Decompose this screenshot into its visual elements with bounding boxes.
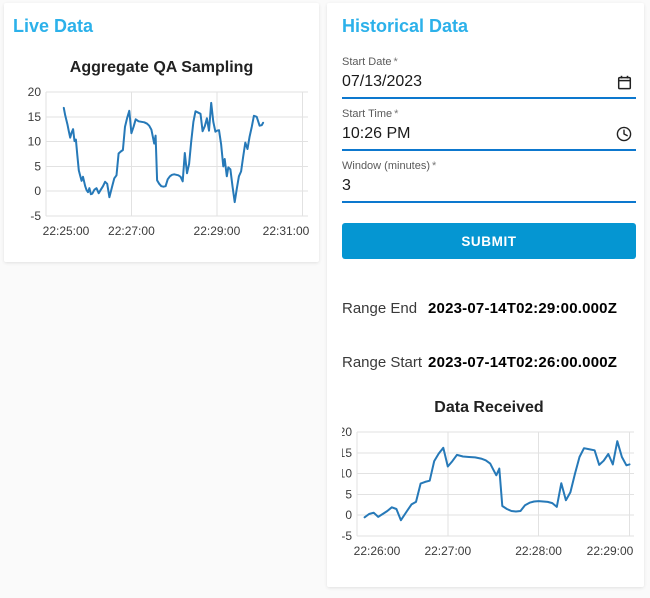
range-start-label: Range Start [342, 354, 423, 371]
live-data-card: Live Data Aggregate QA Sampling 20 15 10 5 0… [4, 3, 319, 262]
required-marker: * [394, 108, 399, 120]
svg-text:15: 15 [27, 110, 41, 124]
svg-text:22:29:00: 22:29:00 [193, 224, 240, 238]
range-start-row: Range Start 2023-07-14T02:26:00.000Z [342, 354, 636, 372]
calendar-icon[interactable] [617, 75, 632, 90]
svg-text:22:28:00: 22:28:00 [515, 544, 562, 558]
svg-text:-5: -5 [342, 529, 352, 543]
svg-text:22:27:00: 22:27:00 [108, 224, 155, 238]
svg-text:0: 0 [34, 184, 41, 198]
required-marker: * [432, 160, 437, 172]
start-date-label: Start Date [342, 56, 392, 68]
live-panel-title: Live Data [13, 16, 94, 36]
svg-text:22:31:00: 22:31:00 [262, 224, 309, 238]
svg-text:-5: -5 [30, 209, 41, 223]
historical-data-card: Historical Data Start Date * 07/13/2023 S… [327, 3, 644, 587]
window-minutes-value: 3 [342, 177, 351, 194]
submit-button[interactable]: SUBMIT [342, 223, 636, 259]
live-chart-title: Aggregate QA Sampling [69, 59, 254, 76]
start-date-field[interactable]: Start Date * 07/13/2023 [342, 56, 636, 99]
svg-text:22:26:00: 22:26:00 [354, 544, 401, 558]
range-end-value: 2023-07-14T02:29:00.000Z [428, 300, 618, 317]
window-minutes-label: Window (minutes) [342, 160, 431, 172]
svg-text:10: 10 [342, 467, 352, 481]
svg-text:10: 10 [27, 135, 41, 149]
range-end-row: Range End 2023-07-14T02:29:00.000Z [342, 300, 636, 318]
start-time-label: Start Time [342, 108, 393, 120]
data-received-chart[interactable]: 20 15 10 5 0 -522:26:00 22:27:00 22:28:00 22:29:… [342, 424, 636, 566]
svg-text:20: 20 [342, 425, 352, 439]
range-end-label: Range End [342, 300, 418, 317]
required-marker: * [393, 56, 398, 68]
window-minutes-field[interactable]: Window (minutes) * 3 [342, 160, 636, 203]
svg-text:5: 5 [345, 487, 352, 501]
live-chart[interactable]: 20 15 10 5 0 -522:25:00 22:27:00 22:29:00 22:31:… [12, 84, 312, 246]
data-received-chart-title: Data Received [434, 399, 544, 416]
svg-text:20: 20 [27, 85, 41, 99]
range-start-value: 2023-07-14T02:26:00.000Z [428, 354, 618, 371]
start-time-field[interactable]: Start Time * 10:26 PM [342, 108, 636, 151]
svg-text:22:25:00: 22:25:00 [42, 224, 89, 238]
clock-icon[interactable] [616, 126, 632, 142]
svg-text:22:27:00: 22:27:00 [424, 544, 471, 558]
page-background: { "theme": { "accent_blue": "#2cb1ea", "… [0, 0, 650, 598]
svg-text:15: 15 [342, 446, 352, 460]
start-date-value: 07/13/2023 [342, 73, 423, 90]
start-time-value: 10:26 PM [342, 125, 411, 142]
svg-text:5: 5 [34, 159, 41, 173]
svg-text:22:29:00: 22:29:00 [587, 544, 634, 558]
svg-text:0: 0 [345, 508, 352, 522]
historical-panel-title: Historical Data [342, 16, 469, 36]
